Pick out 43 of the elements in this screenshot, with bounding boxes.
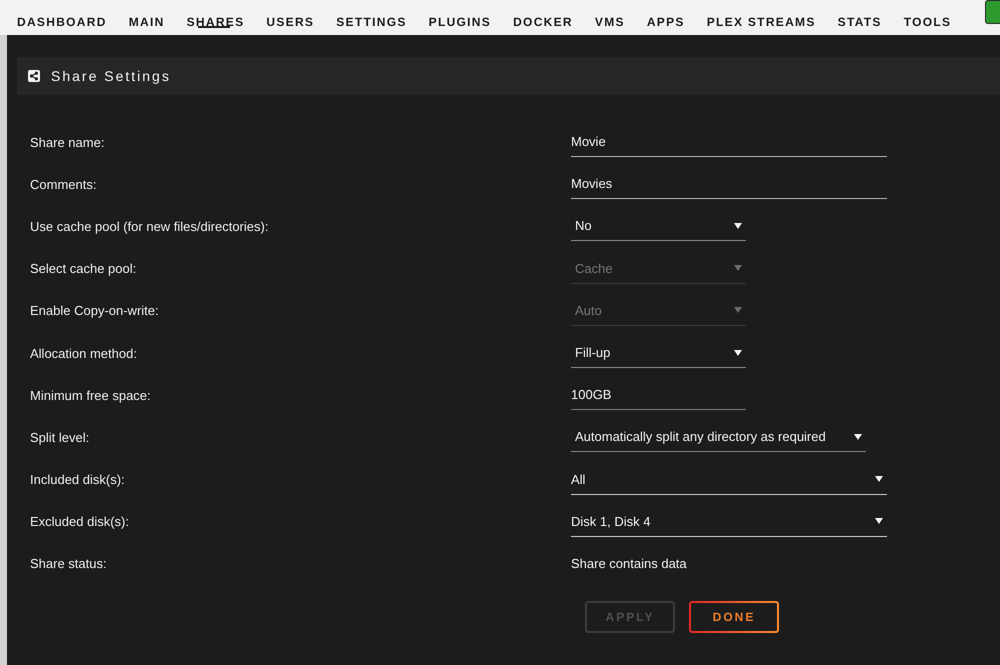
status-indicator-icon[interactable] <box>985 0 1000 24</box>
dropdown[interactable]: Automatically split any directory as required <box>571 422 866 452</box>
share-icon <box>28 70 40 82</box>
caret-icon <box>854 434 862 440</box>
field-label: Included disk(s): <box>30 472 125 488</box>
field-label: Excluded disk(s): <box>30 514 129 530</box>
caret-icon <box>875 476 883 482</box>
nav-tab[interactable]: PLEX STREAMS <box>706 0 816 35</box>
nav-tab[interactable]: TOOLS <box>904 0 952 35</box>
field-label: Split level: <box>30 430 90 445</box>
field-label: Minimum free space: <box>30 388 151 403</box>
field-label: Select cache pool: <box>30 261 136 276</box>
size-input[interactable]: 100GB <box>571 380 746 410</box>
caret-icon <box>734 307 742 314</box>
dropdown[interactable]: No <box>571 211 746 242</box>
caret-icon <box>875 518 883 524</box>
text-input[interactable]: Movie <box>571 127 887 158</box>
nav-tab[interactable]: USERS <box>266 0 314 35</box>
nav-tab[interactable]: STATS <box>838 0 882 35</box>
multi-select-dropdown[interactable]: Disk 1, Disk 4 <box>571 506 887 537</box>
caret-icon <box>734 350 742 356</box>
caret-icon <box>734 265 742 272</box>
action-button[interactable]: DONE <box>689 601 779 634</box>
multi-select-dropdown[interactable]: All <box>571 464 887 495</box>
nav-tab[interactable]: VMS <box>594 0 625 35</box>
dropdown[interactable]: Fill-up <box>571 338 746 368</box>
status-text: Share contains data <box>571 556 687 572</box>
nav-tab[interactable]: APPS <box>646 0 685 35</box>
nav-tab[interactable]: SETTINGS <box>336 0 407 35</box>
nav-tab[interactable]: DOCKER <box>513 0 573 35</box>
panel-title: Share Settings <box>51 68 171 84</box>
field-label: Enable Copy-on-write: <box>30 303 159 318</box>
field-label: Share name: <box>30 134 104 150</box>
caret-icon <box>734 222 742 229</box>
field-label: Use cache pool (for new files/directories): <box>30 218 268 234</box>
field-label: Allocation method: <box>30 346 137 361</box>
nav-tab[interactable]: PLUGINS <box>428 0 492 35</box>
field-label: Comments: <box>30 176 96 192</box>
text-input[interactable]: Movies <box>571 169 887 200</box>
nav-tab[interactable]: SHARES <box>186 0 244 35</box>
field-label: Share status: <box>30 556 107 572</box>
nav-tab[interactable]: MAIN <box>128 0 165 35</box>
nav-tab[interactable]: DASHBOARD <box>17 0 107 35</box>
